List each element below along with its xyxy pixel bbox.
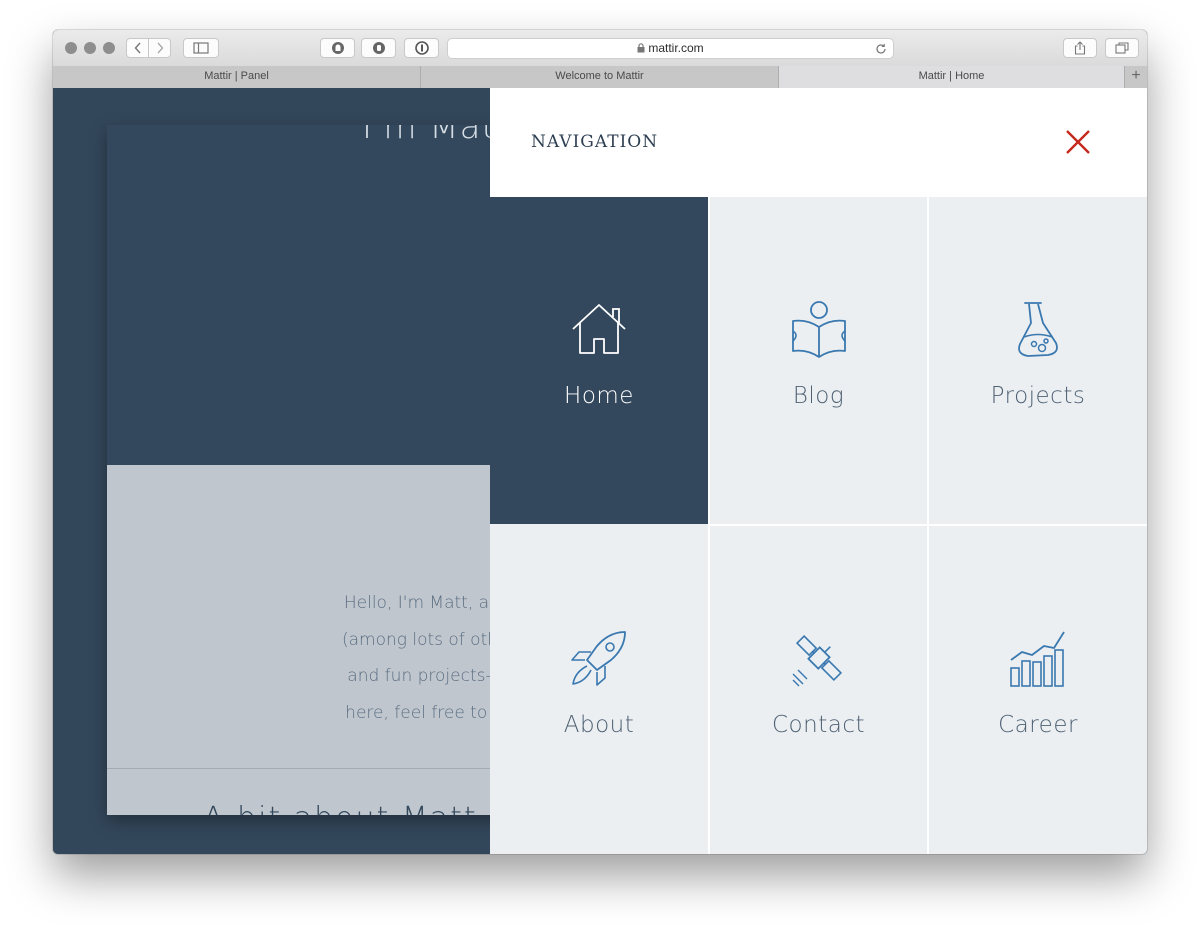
sidebar-icon bbox=[193, 42, 209, 54]
navigation-panel: NAVIGATION Home Blog Projects About Cont… bbox=[490, 88, 1147, 854]
tabs-icon bbox=[1115, 42, 1129, 54]
extension-password-button[interactable] bbox=[404, 38, 439, 58]
new-tab-button[interactable]: + bbox=[1125, 66, 1147, 88]
forward-button[interactable] bbox=[148, 38, 171, 58]
reload-icon[interactable] bbox=[875, 43, 887, 55]
navigation-title: NAVIGATION bbox=[531, 132, 659, 152]
nav-label: Home bbox=[564, 383, 634, 409]
browser-toolbar: mattir.com bbox=[53, 30, 1147, 67]
rocket-icon bbox=[571, 631, 626, 686]
flask-icon bbox=[1018, 302, 1058, 357]
hero-section: I'm Matt bbox=[107, 125, 543, 465]
nav-label: Projects bbox=[990, 383, 1086, 409]
hero-title: I'm Matt bbox=[362, 125, 511, 147]
ghost-icon bbox=[331, 42, 344, 54]
browser-window: mattir.com Mattir | Panel Welcome to Mat… bbox=[53, 30, 1147, 854]
close-window-button[interactable] bbox=[65, 42, 77, 54]
nav-label: Blog bbox=[792, 383, 845, 409]
reading-person-icon bbox=[791, 301, 846, 358]
minimize-window-button[interactable] bbox=[84, 42, 96, 54]
chevron-left-icon bbox=[134, 42, 141, 54]
nav-item-about[interactable]: About bbox=[490, 526, 708, 854]
extension-privacy-button[interactable] bbox=[361, 38, 396, 58]
share-icon bbox=[1074, 41, 1086, 55]
tab-home[interactable]: Mattir | Home bbox=[779, 66, 1125, 88]
password-manager-icon bbox=[414, 41, 429, 55]
address-text: mattir.com bbox=[648, 41, 704, 55]
nav-item-projects[interactable]: Projects bbox=[929, 197, 1147, 524]
address-bar[interactable]: mattir.com bbox=[447, 38, 894, 59]
hand-icon bbox=[372, 42, 385, 54]
zoom-window-button[interactable] bbox=[103, 42, 115, 54]
tab-welcome[interactable]: Welcome to Mattir bbox=[421, 66, 779, 88]
chevron-right-icon bbox=[156, 42, 163, 54]
close-icon[interactable] bbox=[1065, 129, 1091, 155]
share-button[interactable] bbox=[1063, 38, 1097, 58]
satellite-icon bbox=[792, 634, 842, 687]
page-card: I'm Matt Hello, I'm Matt, a fella from A… bbox=[107, 125, 543, 815]
sidebar-toggle-button[interactable] bbox=[183, 38, 219, 58]
house-icon bbox=[572, 304, 626, 354]
tab-panel[interactable]: Mattir | Panel bbox=[53, 66, 421, 88]
nav-label: About bbox=[563, 712, 635, 738]
bar-chart-icon bbox=[1010, 631, 1065, 687]
section-divider bbox=[107, 768, 543, 769]
grid-divider bbox=[708, 524, 1147, 526]
section-title: A bit about Matt bbox=[203, 801, 478, 815]
navigation-header: NAVIGATION bbox=[490, 88, 1147, 197]
web-content: I'm Matt Hello, I'm Matt, a fella from A… bbox=[53, 88, 1147, 854]
extension-ghostery-button[interactable] bbox=[320, 38, 355, 58]
nav-item-home[interactable]: Home bbox=[490, 197, 708, 524]
tab-bar: Mattir | Panel Welcome to Mattir Mattir … bbox=[53, 66, 1147, 89]
nav-item-contact[interactable]: Contact bbox=[710, 526, 927, 854]
tabs-overview-button[interactable] bbox=[1105, 38, 1139, 58]
lock-icon bbox=[637, 43, 645, 53]
nav-item-career[interactable]: Career bbox=[929, 526, 1147, 854]
nav-item-blog[interactable]: Blog bbox=[710, 197, 927, 524]
back-button[interactable] bbox=[126, 38, 149, 58]
nav-label: Career bbox=[998, 712, 1078, 738]
nav-label: Contact bbox=[772, 712, 865, 738]
